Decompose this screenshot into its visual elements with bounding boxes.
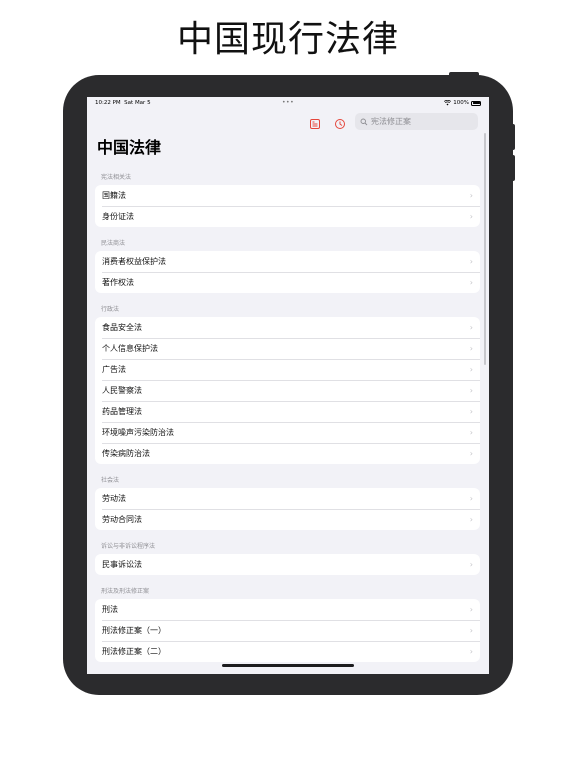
list-item[interactable]: 刑法修正案（一） ›: [95, 620, 480, 641]
list-item-label: 个人信息保护法: [102, 344, 158, 353]
section-header: 民法商法: [101, 240, 126, 247]
ipad-frame: 10:22 PM Sat Mar 5 ••• 100% 宪法修正案 中国法律 宪…: [63, 75, 513, 695]
search-icon: [360, 118, 368, 125]
chevron-right-icon: ›: [469, 626, 473, 635]
list-item[interactable]: 食品安全法 ›: [95, 317, 480, 338]
section-group: 刑法 › 刑法修正案（一） › 刑法修正案（二） ›: [95, 599, 480, 662]
section-header: 刑法及刑法修正案: [101, 588, 150, 595]
list-item-label: 传染病防治法: [102, 449, 150, 458]
scroll-indicator[interactable]: [484, 133, 486, 365]
status-right: 100%: [444, 100, 481, 106]
multitask-dots[interactable]: •••: [282, 99, 294, 106]
chevron-right-icon: ›: [469, 605, 473, 614]
screen: 10:22 PM Sat Mar 5 ••• 100% 宪法修正案 中国法律 宪…: [87, 97, 489, 674]
list-item-label: 国籍法: [102, 191, 126, 200]
list-item[interactable]: 劳动法 ›: [95, 488, 480, 509]
battery-percent: 100%: [453, 100, 469, 106]
status-time: 10:22 PM Sat Mar 5: [95, 100, 151, 106]
chevron-right-icon: ›: [469, 191, 473, 200]
list-item[interactable]: 刑法 ›: [95, 599, 480, 620]
list-icon-graphic: [310, 119, 320, 129]
chevron-right-icon: ›: [469, 647, 473, 656]
list-item[interactable]: 传染病防治法 ›: [95, 443, 480, 464]
list-item[interactable]: 环境噪声污染防治法 ›: [95, 422, 480, 443]
list-item-label: 身份证法: [102, 212, 134, 221]
section-group: 劳动法 › 劳动合同法 ›: [95, 488, 480, 530]
clock-icon-graphic: [335, 119, 345, 129]
list-item[interactable]: 消费者权益保护法 ›: [95, 251, 480, 272]
search-placeholder: 宪法修正案: [371, 117, 411, 126]
section-header: 诉讼与非诉讼程序法: [101, 543, 156, 550]
list-item[interactable]: 药品管理法 ›: [95, 401, 480, 422]
home-indicator[interactable]: [222, 664, 354, 667]
chevron-right-icon: ›: [469, 278, 473, 287]
chevron-right-icon: ›: [469, 407, 473, 416]
list-item[interactable]: 劳动合同法 ›: [95, 509, 480, 530]
chevron-right-icon: ›: [469, 449, 473, 458]
chevron-right-icon: ›: [469, 560, 473, 569]
list-item[interactable]: 人民警察法 ›: [95, 380, 480, 401]
list-item-label: 劳动合同法: [102, 515, 142, 524]
chevron-right-icon: ›: [469, 212, 473, 221]
list-item[interactable]: 个人信息保护法 ›: [95, 338, 480, 359]
section-group: 食品安全法 › 个人信息保护法 › 广告法 › 人民警察法 › 药品管理法 › 环境噪声污染防治法 ›…: [95, 317, 480, 464]
law-list: 宪法相关法国籍法 › 身份证法 › 民法商法消费者权益保护法 › 著作权法 › 行政法食品安全法…: [95, 171, 480, 672]
nav-large-title: 中国法律: [97, 138, 162, 157]
search-field[interactable]: 宪法修正案: [355, 113, 478, 130]
page-title: 中国现行法律: [176, 19, 399, 60]
chevron-right-icon: ›: [469, 365, 473, 374]
list-item-label: 消费者权益保护法: [102, 257, 166, 266]
chevron-right-icon: ›: [469, 344, 473, 353]
list-item[interactable]: 刑法修正案（二） ›: [95, 641, 480, 662]
clock-icon[interactable]: [334, 115, 346, 129]
list-item-label: 人民警察法: [102, 386, 142, 395]
section-header: 社会法: [101, 477, 120, 484]
list-item[interactable]: 著作权法 ›: [95, 272, 480, 293]
section-header: 行政法: [101, 306, 120, 313]
list-item-label: 广告法: [102, 365, 126, 374]
list-item[interactable]: 广告法 ›: [95, 359, 480, 380]
section-header: 宪法相关法: [101, 174, 132, 181]
list-item-label: 劳动法: [102, 494, 126, 503]
status-time-text: 10:22 PM: [95, 100, 121, 106]
list-item[interactable]: 民事诉讼法 ›: [95, 554, 480, 575]
list-item[interactable]: 身份证法 ›: [95, 206, 480, 227]
list-item-label: 民事诉讼法: [102, 560, 142, 569]
chevron-right-icon: ›: [469, 428, 473, 437]
chevron-right-icon: ›: [469, 257, 473, 266]
section-group: 消费者权益保护法 › 著作权法 ›: [95, 251, 480, 293]
list-item-label: 环境噪声污染防治法: [102, 428, 174, 437]
list-item-label: 食品安全法: [102, 323, 142, 332]
section-group: 国籍法 › 身份证法 ›: [95, 185, 480, 227]
list-item-label: 刑法: [102, 605, 118, 614]
status-bar: 10:22 PM Sat Mar 5 ••• 100%: [87, 97, 489, 109]
list-icon[interactable]: [309, 115, 321, 129]
list-item-label: 刑法修正案（一）: [102, 626, 166, 635]
status-date-text: Sat Mar 5: [124, 100, 151, 106]
chevron-right-icon: ›: [469, 494, 473, 503]
list-item-label: 著作权法: [102, 278, 134, 287]
wifi-icon: [444, 100, 452, 106]
section-group: 民事诉讼法 ›: [95, 554, 480, 575]
list-item-label: 刑法修正案（二）: [102, 647, 166, 656]
chevron-right-icon: ›: [469, 323, 473, 332]
battery-icon: [471, 100, 481, 106]
list-item[interactable]: 国籍法 ›: [95, 185, 480, 206]
list-item-label: 药品管理法: [102, 407, 142, 416]
chevron-right-icon: ›: [469, 515, 473, 524]
chevron-right-icon: ›: [469, 386, 473, 395]
